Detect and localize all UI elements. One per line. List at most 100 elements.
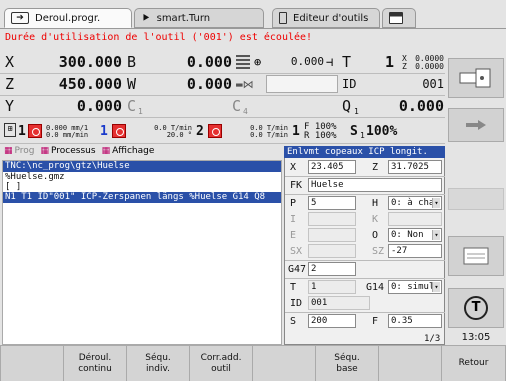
tool-id-value: 001 <box>422 77 444 91</box>
dlg-o-select[interactable]: 0: Non ▾ <box>388 228 442 242</box>
tab-smart-turn[interactable]: ⯈ smart.Turn <box>134 8 264 28</box>
side-button-blank[interactable] <box>448 188 504 210</box>
tab-tool-editor[interactable]: Editeur d'outils <box>272 8 380 28</box>
disk-icon <box>389 12 403 24</box>
program-line[interactable]: [ ] <box>3 182 281 192</box>
axis-q-sub: 1 <box>354 107 359 116</box>
dropdown-arrow-icon: ▾ <box>432 282 440 292</box>
tab-divider <box>0 28 506 29</box>
dlg-k-label: K <box>372 214 379 225</box>
spindle-position-value: 0.000 <box>290 55 324 68</box>
axis-b-label: B <box>127 53 137 71</box>
subtab-prog[interactable]: ▦ Prog <box>4 146 35 160</box>
dlg-k-field[interactable] <box>388 212 442 226</box>
subtab-process-label: Processus <box>51 146 96 156</box>
dlg-id-field[interactable]: 001 <box>308 296 370 310</box>
program-line-selected[interactable]: N1 T1 ID"001" ICP-Zerspanen längs %Huels… <box>3 192 281 203</box>
softkey-single-block[interactable]: Séqu. indiv. <box>126 345 189 381</box>
softkey-base-block[interactable]: Séqu. base <box>315 345 378 381</box>
clock: 13:05 <box>461 332 491 343</box>
dlg-sx-field[interactable] <box>308 244 356 258</box>
feed-value-bottom: 0.0 mm/min <box>46 131 89 139</box>
spindle-override-pct: 100% <box>366 124 398 139</box>
axis-q-value: 0.000 <box>398 97 444 115</box>
dlg-id-label: ID <box>290 298 303 309</box>
program-path: TNC:\nc_prog\gtz\Huelse <box>3 161 281 172</box>
axis-w-label: W <box>127 75 137 93</box>
axis-z-label: Z <box>5 75 15 93</box>
dlg-h-select[interactable]: 0: à chac ▾ <box>388 196 442 210</box>
dlg-e-label: E <box>290 230 297 241</box>
dlg-t-field[interactable]: 1 <box>308 280 356 294</box>
offset-z-label: Z <box>402 62 407 71</box>
dlg-separator <box>285 312 445 313</box>
position-row-2: Z 450.000 W 0.000 ▬⋈ ID 001 <box>0 74 445 96</box>
tool-t-button[interactable]: T <box>448 288 504 328</box>
tab-disk[interactable] <box>382 8 416 28</box>
grid-icon: ▦ <box>101 146 111 156</box>
feed-override: F 100% <box>304 122 337 132</box>
subtab-process[interactable]: ▦ Processus <box>41 146 96 160</box>
softkey-7[interactable] <box>378 345 441 381</box>
dlg-p-field[interactable]: 5 <box>308 196 356 210</box>
override-channel: 1 <box>292 124 300 139</box>
subtab-display[interactable]: ▦ Affichage <box>102 146 155 160</box>
dlg-sz-field[interactable]: -27 <box>388 244 442 258</box>
program-list[interactable]: TNC:\nc_prog\gtz\Huelse %Huelse.gmz [ ] … <box>2 160 282 345</box>
tool-icon <box>279 12 287 24</box>
softkey-1[interactable] <box>0 345 63 381</box>
dlg-e-field[interactable] <box>308 228 356 242</box>
dlg-sx-label: SX <box>290 246 303 257</box>
dlg-fk-label: FK <box>290 180 303 191</box>
axis-b-value: 0.000 <box>186 53 232 71</box>
program-line[interactable]: %Huelse.gmz <box>3 172 281 182</box>
turning-icon: ⯈ <box>141 10 151 25</box>
dlg-z-field[interactable]: 31.7025 <box>388 160 442 174</box>
softkey-5[interactable] <box>252 345 315 381</box>
arrow-right-icon <box>466 120 486 130</box>
axis-z-value: 450.000 <box>58 75 122 93</box>
dlg-h-label: H <box>372 198 379 209</box>
lathe-view-button[interactable] <box>448 58 504 98</box>
grid-icon: ▦ <box>4 146 13 156</box>
tool-change-button[interactable] <box>448 108 504 142</box>
tailstock-icon: ▬⋈ <box>236 78 254 91</box>
dlg-i-label: I <box>290 214 297 225</box>
softkey-continuous-run[interactable]: Déroul. continu <box>63 345 126 381</box>
dlg-t-label: T <box>290 282 297 293</box>
channel-icon: ⊞ <box>4 123 16 137</box>
dlg-f-field[interactable]: 0.35 <box>388 314 442 328</box>
machine-button[interactable] <box>448 236 504 276</box>
tool-t-label: T <box>342 53 352 71</box>
channel-number: 1 <box>18 124 26 139</box>
dlg-g14-select[interactable]: 0: simult ▾ <box>388 280 442 294</box>
softkey-back[interactable]: Retour <box>441 345 506 381</box>
dlg-separator <box>285 176 445 177</box>
dlg-g47-label: G47 <box>288 264 307 275</box>
dlg-g47-field[interactable]: 2 <box>308 262 356 276</box>
softkey-tool-correction[interactable]: Corr.add. outil <box>189 345 252 381</box>
grid-icon: ▦ <box>40 146 50 156</box>
tab-program-run[interactable]: ➔ Deroul.progr. <box>4 8 132 28</box>
tab-label: Editeur d'outils <box>293 12 369 24</box>
dlg-i-field[interactable] <box>308 212 356 226</box>
dlg-x-label: X <box>290 162 297 173</box>
dlg-o-value: 0: Non <box>391 230 424 240</box>
dlg-separator <box>285 278 445 279</box>
dlg-s-label: S <box>290 316 297 327</box>
dlg-x-field[interactable]: 23.405 <box>308 160 356 174</box>
dlg-fk-field[interactable]: Huelse <box>308 178 442 192</box>
axis-x-value: 300.000 <box>58 53 122 71</box>
dlg-s-field[interactable]: 200 <box>308 314 356 328</box>
feed-stop-icon <box>28 124 42 138</box>
spindle-override-label: S <box>350 124 358 139</box>
position-row-3: Y 0.000 C 1 C 4 Q 1 0.000 <box>0 96 445 118</box>
status-row: ⊞ 1 0.000 mm/1 0.0 mm/min 1 0.0 T/min 20… <box>0 118 445 144</box>
subtab-display-label: Affichage <box>112 146 155 156</box>
dlg-separator <box>285 194 445 195</box>
axis-y-value: 0.000 <box>76 97 122 115</box>
dropdown-arrow-icon: ▾ <box>432 198 440 208</box>
axis-y-label: Y <box>5 97 15 115</box>
tool-t-icon: T <box>464 296 488 320</box>
axis-c4-label: C <box>232 97 242 115</box>
